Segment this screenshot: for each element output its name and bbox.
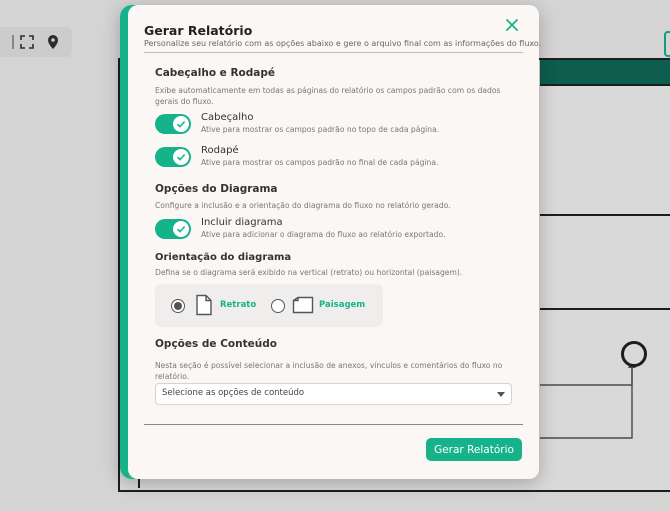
include-diagram-toggle[interactable] (155, 219, 191, 239)
portrait-radio[interactable] (171, 299, 185, 313)
section-desc-diagram: Configure a inclusão e a orientação do d… (155, 201, 451, 210)
section-desc-content: Nesta seção é possível selecionar a incl… (155, 361, 503, 381)
header-divider (144, 52, 523, 53)
footer-toggle-label: Rodapé (201, 145, 239, 156)
landscape-radio[interactable] (271, 299, 285, 313)
close-icon (506, 19, 518, 31)
check-icon (176, 153, 186, 161)
portrait-label[interactable]: Retrato (220, 300, 256, 310)
chevron-down-icon (497, 392, 505, 397)
orientation-desc: Defina se o diagrama será exibido na ver… (155, 268, 463, 277)
toggle-knob (173, 221, 189, 237)
report-modal-body: Gerar Relatório Personalize seu relatóri… (128, 5, 542, 479)
generate-report-button[interactable]: Gerar Relatório (426, 438, 522, 461)
header-toggle[interactable] (155, 114, 191, 134)
portrait-page-icon (196, 294, 212, 316)
toggle-knob (173, 116, 189, 132)
landscape-page-icon (292, 296, 314, 314)
modal-subtitle: Personalize seu relatório com as opções … (144, 39, 542, 48)
section-desc-header-footer: Exibe automaticamente em todas as página… (155, 86, 501, 106)
include-diagram-hint: Ative para adicionar o diagrama do fluxo… (201, 230, 446, 239)
footer-toggle-hint: Ative para mostrar os campos padrão no f… (201, 158, 439, 167)
section-title-diagram: Opções do Diagrama (155, 183, 278, 195)
include-diagram-label: Incluir diagrama (201, 217, 283, 228)
check-icon (176, 225, 186, 233)
check-icon (176, 120, 186, 128)
footer-divider (144, 424, 523, 425)
header-toggle-label: Cabeçalho (201, 112, 254, 123)
modal-title: Gerar Relatório (144, 23, 253, 38)
orientation-options: Retrato Paisagem (155, 284, 383, 327)
close-button[interactable] (501, 14, 523, 36)
footer-toggle[interactable] (155, 147, 191, 167)
header-toggle-hint: Ative para mostrar os campos padrão no t… (201, 125, 440, 134)
orientation-title: Orientação do diagrama (155, 252, 292, 263)
section-title-content: Opções de Conteúdo (155, 338, 277, 350)
content-select-placeholder: Selecione as opções de conteúdo (162, 388, 305, 398)
section-title-header-footer: Cabeçalho e Rodapé (155, 67, 275, 79)
report-modal: Gerar Relatório Personalize seu relatóri… (120, 5, 542, 479)
toggle-knob (173, 149, 189, 165)
content-options-select[interactable]: Selecione as opções de conteúdo (155, 383, 512, 405)
landscape-label[interactable]: Paisagem (319, 300, 365, 310)
